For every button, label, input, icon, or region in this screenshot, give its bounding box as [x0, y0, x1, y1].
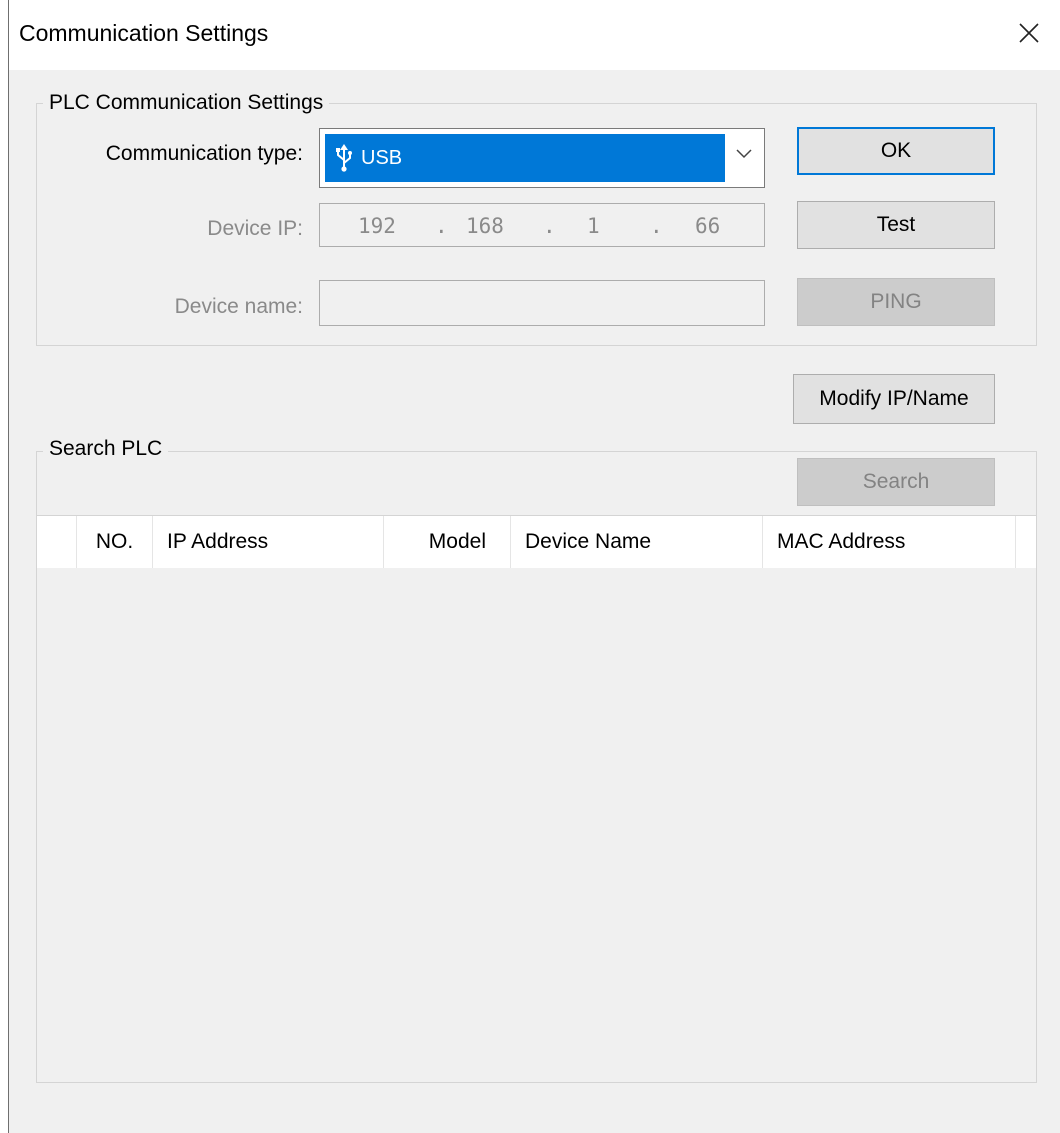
ip-separator-3: .: [650, 214, 663, 238]
ip-octet-3: 1: [587, 214, 600, 238]
column-header-ip-address[interactable]: IP Address: [153, 516, 384, 568]
search-plc-legend: Search PLC: [43, 437, 169, 461]
title-bar: Communication Settings: [9, 0, 1060, 70]
ok-button[interactable]: OK: [797, 127, 995, 175]
ping-button[interactable]: PING: [797, 278, 995, 326]
ip-separator-1: .: [435, 214, 448, 238]
column-header-device-name[interactable]: Device Name: [511, 516, 763, 568]
plc-communication-legend: PLC Communication Settings: [43, 91, 330, 115]
column-header-mac-address[interactable]: MAC Address: [763, 516, 1016, 568]
modify-ip-name-button[interactable]: Modify IP/Name: [793, 374, 995, 424]
test-button[interactable]: Test: [797, 201, 995, 249]
communication-type-label: Communication type:: [105, 142, 303, 165]
window-title: Communication Settings: [19, 20, 269, 46]
device-name-label: Device name:: [174, 295, 303, 318]
ip-octet-1: 192: [358, 214, 396, 238]
communication-type-value: USB: [361, 146, 403, 169]
ip-octet-2: 168: [466, 214, 504, 238]
search-button[interactable]: Search: [797, 458, 995, 506]
communication-type-selected: USB: [325, 134, 725, 182]
communication-type-select[interactable]: USB: [319, 128, 765, 188]
close-button[interactable]: [1012, 16, 1046, 50]
column-header-model[interactable]: Model: [384, 516, 511, 568]
device-ip-field[interactable]: 192 . 168 . 1 . 66: [319, 203, 765, 247]
device-name-field[interactable]: [319, 280, 765, 326]
ip-octet-4: 66: [695, 214, 721, 238]
column-header-no[interactable]: NO.: [77, 516, 153, 568]
ip-separator-2: .: [543, 214, 556, 238]
column-header-select[interactable]: [37, 516, 77, 568]
plc-results-table[interactable]: NO. IP Address Model Device Name MAC Add…: [36, 515, 1037, 1083]
usb-icon: [335, 144, 353, 172]
close-icon: [1019, 23, 1039, 43]
device-ip-label: Device IP:: [207, 217, 303, 240]
table-header: NO. IP Address Model Device Name MAC Add…: [37, 516, 1036, 568]
chevron-down-icon: [736, 149, 752, 159]
communication-settings-dialog: Communication Settings PLC Communication…: [8, 0, 1060, 1133]
